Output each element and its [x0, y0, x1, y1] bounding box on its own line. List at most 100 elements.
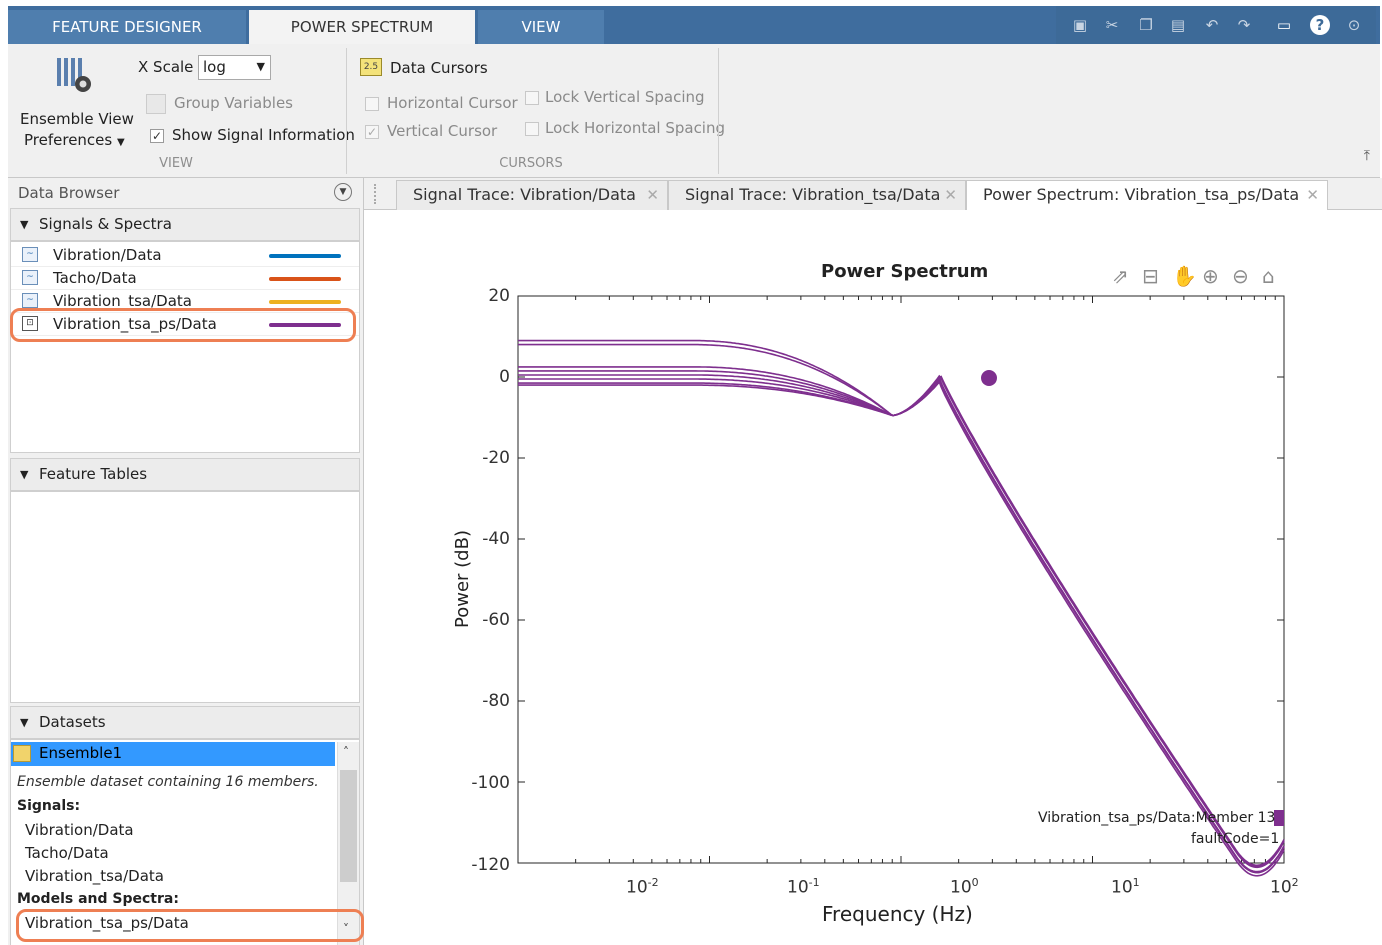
group-variables-icon — [146, 94, 166, 114]
dataset-table-icon — [13, 745, 31, 762]
dropdown-arrow-icon: ▼ — [117, 137, 125, 148]
lock-vertical-spacing-checkbox[interactable]: Lock Vertical Spacing — [523, 86, 723, 110]
show-signal-info-checkmark-icon: ✓ — [150, 129, 164, 143]
collapse-triangle-icon: ▼ — [20, 716, 29, 729]
data-cursors-icon: 2.5 — [360, 58, 382, 76]
signal-color-swatch — [269, 254, 341, 258]
chevron-down-icon: ▼ — [256, 60, 265, 73]
data-tip-faultcode-label: faultCode=1 — [1191, 831, 1280, 847]
datasets-header[interactable]: ▼ Datasets — [10, 706, 360, 739]
collapse-ribbon-icon[interactable]: ⤒ — [1364, 148, 1370, 164]
plot-area: Power Spectrum ⇗ ⊟ ✋ ⊕ ⊖ ⌂ 20 0 -20 -40 … — [364, 210, 1382, 945]
spectrum-line[interactable] — [518, 377, 1285, 869]
redo-icon[interactable]: ↷ — [1234, 15, 1254, 35]
vertical-cursor-checkmark-icon: ✓ — [365, 125, 379, 139]
signal-label: Vibration/Data — [53, 246, 162, 264]
ensemble-view-preferences-button[interactable]: Ensemble View Preferences ▼ — [12, 48, 136, 152]
horizontal-cursor-label: Horizontal Cursor — [387, 94, 518, 112]
quick-access-toolbar: ▣ ✂ ❐ ▤ ↶ ↷ ▭ ? ⊙ — [1056, 6, 1376, 44]
axes-box — [517, 295, 1285, 864]
signal-color-swatch — [269, 300, 341, 304]
tab-view[interactable]: VIEW — [478, 10, 604, 44]
data-cursors-button[interactable]: 2.5 Data Cursors — [358, 56, 498, 82]
signal-highlight-callout — [10, 308, 356, 342]
spectrum-line[interactable] — [518, 370, 1285, 877]
feature-tables-list — [10, 491, 360, 703]
undo-icon[interactable]: ↶ — [1202, 15, 1222, 35]
close-icon[interactable]: ✕ — [1306, 181, 1319, 209]
help-icon[interactable]: ? — [1310, 15, 1330, 35]
ribbon-separator — [346, 48, 347, 174]
vertical-cursor-checkbox[interactable]: ✓ Vertical Cursor — [363, 120, 523, 144]
signal-trace-icon: ~ — [22, 247, 38, 262]
tab-signal-trace-vibration-tsa[interactable]: Signal Trace: Vibration_tsa/Data ✕ — [668, 180, 966, 210]
model-highlight-callout — [16, 909, 364, 942]
collapse-triangle-icon: ▼ — [20, 468, 29, 481]
panel-menu-icon[interactable]: ▼ — [334, 183, 352, 201]
show-signal-info-label: Show Signal Information — [172, 126, 355, 144]
dataset-row-ensemble1[interactable]: Ensemble1 — [11, 742, 335, 766]
dataset-models-label: Models and Spectra: — [17, 891, 179, 907]
horizontal-cursor-checkbox[interactable]: Horizontal Cursor — [363, 92, 523, 116]
data-tip-member-label: Vibration_tsa_ps/Data:Member 13 — [1038, 810, 1276, 826]
signal-row-tacho[interactable]: ~ Tacho/Data — [11, 267, 359, 290]
scroll-thumb[interactable] — [340, 770, 357, 882]
scroll-up-icon[interactable]: ˄ — [343, 745, 349, 759]
tab-power-spectrum-vibration-tsa-ps[interactable]: Power Spectrum: Vibration_tsa_ps/Data ✕ — [966, 180, 1328, 211]
close-icon[interactable]: ✕ — [646, 181, 659, 209]
signal-row-vibration[interactable]: ~ Vibration/Data — [11, 244, 359, 267]
spectrum-line[interactable] — [518, 366, 1285, 867]
ribbon-separator — [718, 48, 719, 174]
spectrum-line[interactable] — [518, 376, 1285, 873]
spectrum-line[interactable] — [518, 374, 1285, 868]
ensemble-view-icon — [57, 58, 91, 92]
tab-power-spectrum[interactable]: POWER SPECTRUM — [249, 10, 475, 44]
tab-signal-trace-vibration[interactable]: Signal Trace: Vibration/Data ✕ — [396, 180, 668, 210]
data-browser-title: Data Browser — [18, 184, 120, 202]
collapse-triangle-icon: ▼ — [20, 218, 29, 231]
signals-spectra-header[interactable]: ▼ Signals & Spectra — [10, 208, 360, 241]
tab-feature-designer[interactable]: FEATURE DESIGNER — [8, 10, 246, 44]
lock-horizontal-spacing-checkbox[interactable]: Lock Horizontal Spacing — [523, 117, 725, 141]
show-signal-information-checkbox[interactable]: ✓ Show Signal Information — [148, 124, 355, 148]
feature-tables-header[interactable]: ▼ Feature Tables — [10, 458, 360, 491]
spectrum-line[interactable] — [518, 380, 1285, 874]
cursors-section-label: CURSORS — [499, 156, 563, 171]
lock-horizontal-spacing-box — [525, 122, 539, 136]
save-icon[interactable]: ▣ — [1070, 15, 1090, 35]
horizontal-cursor-box — [365, 97, 379, 111]
ensemble-view-label-line1: Ensemble View — [20, 110, 134, 128]
close-icon[interactable]: ✕ — [944, 181, 957, 209]
spectrum-line[interactable] — [518, 339, 1285, 873]
axis-ticks — [517, 295, 1285, 864]
dataset-signal-item: Tacho/Data — [25, 844, 109, 862]
signal-trace-icon: ~ — [22, 270, 38, 285]
member-marker — [1274, 810, 1284, 826]
signals-list: ~ Vibration/Data ~ Tacho/Data ~ Vibratio… — [10, 241, 360, 453]
dataset-name: Ensemble1 — [39, 744, 123, 762]
toolstrip-ribbon: Ensemble View Preferences ▼ X Scale log … — [8, 44, 1380, 178]
window-layout-icon[interactable]: ▭ — [1274, 15, 1294, 35]
group-variables-label: Group Variables — [174, 94, 293, 112]
signal-color-swatch — [269, 277, 341, 281]
paste-icon[interactable]: ▤ — [1168, 15, 1188, 35]
expand-icon[interactable]: ⊙ — [1344, 15, 1364, 35]
spectrum-series-group — [518, 339, 1285, 877]
signal-trace-icon: ~ — [22, 293, 38, 308]
ensemble-view-label-line2: Preferences ▼ — [24, 131, 125, 149]
dataset-signals-label: Signals: — [17, 798, 81, 814]
toolstrip-tab-bar: FEATURE DESIGNER POWER SPECTRUM VIEW ▣ ✂… — [8, 6, 1380, 44]
copy-icon[interactable]: ❐ — [1136, 15, 1156, 35]
xscale-dropdown[interactable]: log ▼ — [198, 55, 271, 80]
group-variables-button[interactable]: Group Variables — [144, 92, 344, 116]
data-cursors-label: Data Cursors — [390, 59, 488, 77]
data-browser-panel: Data Browser ▼ ▼ Signals & Spectra ~ Vib… — [8, 178, 364, 945]
cut-icon[interactable]: ✂ — [1102, 15, 1122, 35]
peak-marker — [981, 370, 997, 386]
signal-label: Tacho/Data — [53, 269, 137, 287]
dataset-signal-item: Vibration_tsa/Data — [25, 867, 164, 885]
tab-grip-icon — [374, 184, 376, 204]
vertical-cursor-label: Vertical Cursor — [387, 122, 498, 140]
view-section-label: VIEW — [159, 156, 193, 171]
spectrum-line[interactable] — [518, 343, 1285, 874]
